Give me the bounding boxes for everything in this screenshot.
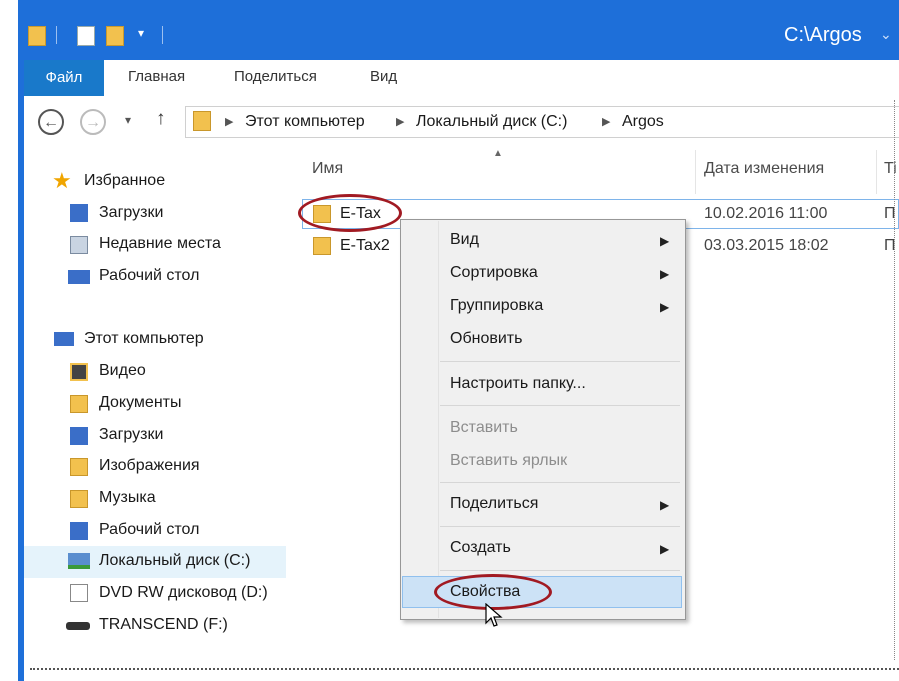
cut-edge-bottom — [30, 668, 899, 680]
folder-icon — [28, 26, 46, 46]
nav-item-desktop-2[interactable]: Рабочий стол — [99, 521, 199, 539]
quick-access-dropdown-icon[interactable]: ▾ — [138, 26, 144, 40]
nav-favorites[interactable]: Избранное — [84, 172, 165, 190]
menu-item-paste-shortcut[interactable]: Вставить ярлык — [450, 452, 567, 470]
menu-separator — [440, 570, 680, 571]
toolbar-separator — [162, 26, 163, 44]
nav-item-desktop[interactable]: Рабочий стол — [99, 267, 199, 285]
tab-home[interactable]: Главная — [128, 68, 185, 85]
file-date: 03.03.2015 18:02 — [704, 237, 829, 254]
nav-item-local-disk[interactable]: Локальный диск (C:) — [99, 552, 250, 570]
nav-item-video[interactable]: Видео — [99, 362, 146, 380]
menu-item-customize-folder[interactable]: Настроить папку... — [450, 375, 586, 393]
computer-icon — [54, 332, 74, 346]
highlight-ellipse — [298, 194, 402, 232]
downloads-icon — [70, 427, 88, 445]
column-divider[interactable] — [695, 150, 696, 194]
file-name[interactable]: E-Tax2 — [340, 237, 390, 255]
desktop-icon — [70, 522, 88, 540]
submenu-arrow-icon: ▶ — [660, 542, 670, 556]
submenu-arrow-icon: ▶ — [660, 498, 670, 512]
menu-separator — [440, 361, 680, 362]
nav-item-documents[interactable]: Документы — [99, 394, 181, 412]
up-arrow-icon[interactable]: ↑ — [156, 108, 166, 130]
downloads-icon — [70, 204, 88, 222]
properties-icon[interactable] — [77, 26, 95, 46]
menu-separator — [440, 405, 680, 406]
menu-separator — [440, 526, 680, 527]
menu-item-paste[interactable]: Вставить — [450, 419, 518, 437]
window-title: C:\Argos — [784, 24, 862, 46]
desktop-icon — [68, 270, 90, 284]
tab-share[interactable]: Поделиться — [234, 68, 317, 85]
chevron-right-icon[interactable]: ▶ — [602, 115, 610, 128]
nav-item-transcend[interactable]: TRANSCEND (F:) — [99, 616, 228, 634]
column-name[interactable]: Имя — [312, 160, 343, 178]
nav-item-downloads-2[interactable]: Загрузки — [99, 426, 163, 444]
video-icon — [70, 363, 88, 381]
menu-item-create[interactable]: Создать — [450, 539, 511, 557]
nav-item-recent-places[interactable]: Недавние места — [99, 235, 221, 253]
recent-locations-chevron-icon[interactable]: ▾ — [125, 113, 131, 127]
dvd-drive-icon — [70, 584, 88, 602]
menu-gutter-line — [438, 221, 439, 618]
nav-item-pictures[interactable]: Изображения — [99, 457, 200, 475]
nav-this-pc[interactable]: Этот компьютер — [84, 330, 204, 348]
chevron-right-icon[interactable]: ▶ — [396, 115, 404, 128]
back-button[interactable]: ← — [38, 109, 64, 135]
drive-icon — [68, 553, 90, 569]
chevron-right-icon[interactable]: ▶ — [225, 115, 233, 128]
nav-item-music[interactable]: Музыка — [99, 489, 156, 507]
window-titlebar — [18, 0, 899, 60]
forward-button[interactable]: → — [80, 109, 106, 135]
breadcrumb-local-disk[interactable]: Локальный диск (C:) — [416, 113, 567, 131]
submenu-arrow-icon: ▶ — [660, 234, 670, 248]
submenu-arrow-icon: ▶ — [660, 267, 670, 281]
chevron-down-icon[interactable]: ⌄ — [880, 26, 892, 43]
folder-icon — [193, 111, 211, 131]
context-menu — [400, 219, 686, 620]
submenu-arrow-icon: ▶ — [660, 300, 670, 314]
mouse-cursor-icon — [485, 603, 503, 627]
tab-view[interactable]: Вид — [370, 68, 397, 85]
recent-places-icon — [70, 236, 88, 254]
pictures-icon — [70, 458, 88, 476]
menu-item-group[interactable]: Группировка — [450, 297, 543, 315]
breadcrumb-argos[interactable]: Argos — [622, 113, 664, 131]
folder-icon — [313, 237, 331, 255]
column-divider[interactable] — [876, 150, 877, 194]
music-icon — [70, 490, 88, 508]
toolbar-separator — [56, 26, 57, 44]
column-date-modified[interactable]: Дата изменения — [704, 160, 824, 178]
menu-item-share[interactable]: Поделиться — [450, 495, 538, 513]
nav-item-dvd-drive[interactable]: DVD RW дисковод (D:) — [99, 584, 268, 602]
menu-separator — [440, 482, 680, 483]
tab-file[interactable]: Файл — [24, 60, 104, 96]
menu-item-sort[interactable]: Сортировка — [450, 264, 538, 282]
usb-drive-icon — [66, 622, 90, 630]
menu-item-view[interactable]: Вид — [450, 231, 479, 249]
nav-item-downloads[interactable]: Загрузки — [99, 204, 163, 222]
sort-ascending-icon: ▲ — [493, 148, 503, 159]
new-folder-icon[interactable] — [106, 26, 124, 46]
documents-icon — [70, 395, 88, 413]
cut-edge-right — [894, 100, 899, 660]
menu-item-refresh[interactable]: Обновить — [450, 330, 522, 348]
file-date: 10.02.2016 11:00 — [704, 205, 828, 222]
star-icon: ★ — [52, 168, 72, 193]
breadcrumb-this-pc[interactable]: Этот компьютер — [245, 113, 365, 131]
